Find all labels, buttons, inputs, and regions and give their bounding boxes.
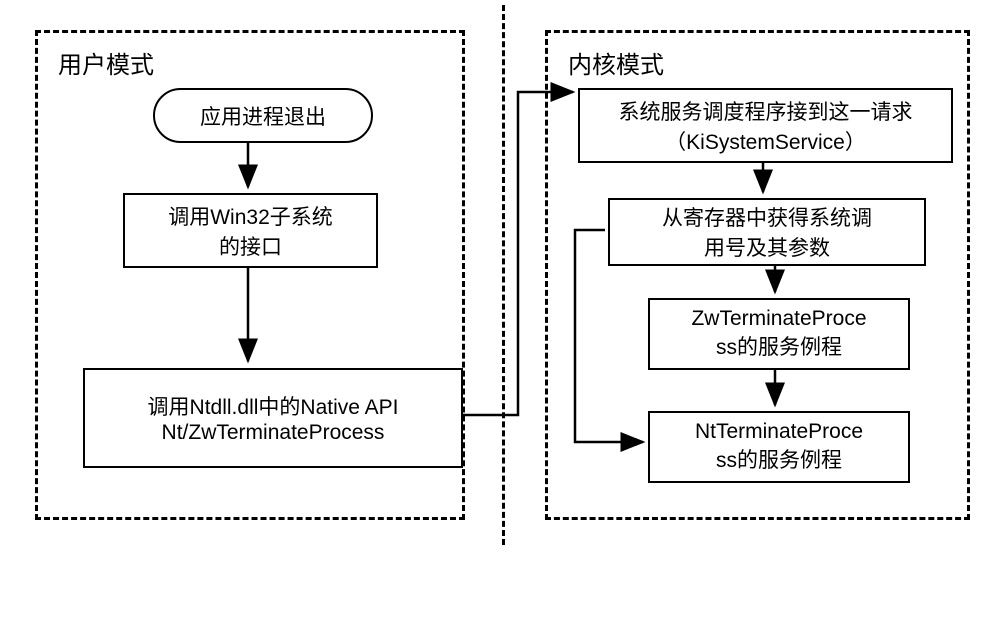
node-label-line2: ss的服务例程 xyxy=(716,444,842,474)
node-label-line1: NtTerminateProce xyxy=(695,420,863,444)
kernel-mode-section: 内核模式 系统服务调度程序接到这一请求 （KiSystemService） 从寄… xyxy=(545,30,970,520)
node-label: 应用进程退出 xyxy=(200,101,326,131)
vertical-divider xyxy=(502,5,505,545)
node-ntdll-api: 调用Ntdll.dll中的Native API Nt/ZwTerminatePr… xyxy=(83,368,463,468)
node-label-line2: ss的服务例程 xyxy=(716,331,842,361)
node-label-line2: （KiSystemService） xyxy=(665,126,866,156)
node-label-line2: Nt/ZwTerminateProcess xyxy=(162,421,385,445)
node-label-line1: 调用Win32子系统 xyxy=(168,201,333,231)
node-label-line1: ZwTerminateProce xyxy=(691,307,866,331)
diagram-container: 用户模式 应用进程退出 调用Win32子系统 的接口 调用Ntdll.dll中的… xyxy=(0,0,1000,644)
node-label-line1: 从寄存器中获得系统调 xyxy=(662,202,872,232)
kernel-mode-title: 内核模式 xyxy=(568,45,664,80)
node-win32-interface: 调用Win32子系统 的接口 xyxy=(123,193,378,268)
node-app-exit: 应用进程退出 xyxy=(153,88,373,143)
node-register-params: 从寄存器中获得系统调 用号及其参数 xyxy=(608,198,926,266)
node-label-line1: 系统服务调度程序接到这一请求 xyxy=(619,96,913,126)
node-zwterminate: ZwTerminateProce ss的服务例程 xyxy=(648,298,910,370)
user-mode-section: 用户模式 应用进程退出 调用Win32子系统 的接口 调用Ntdll.dll中的… xyxy=(35,30,465,520)
node-label-line1: 调用Ntdll.dll中的Native API xyxy=(148,391,399,421)
node-ntterminate: NtTerminateProce ss的服务例程 xyxy=(648,411,910,483)
node-label-line2: 用号及其参数 xyxy=(704,232,830,262)
node-system-service: 系统服务调度程序接到这一请求 （KiSystemService） xyxy=(578,88,953,163)
node-label-line2: 的接口 xyxy=(219,231,282,261)
user-mode-title: 用户模式 xyxy=(58,45,154,80)
